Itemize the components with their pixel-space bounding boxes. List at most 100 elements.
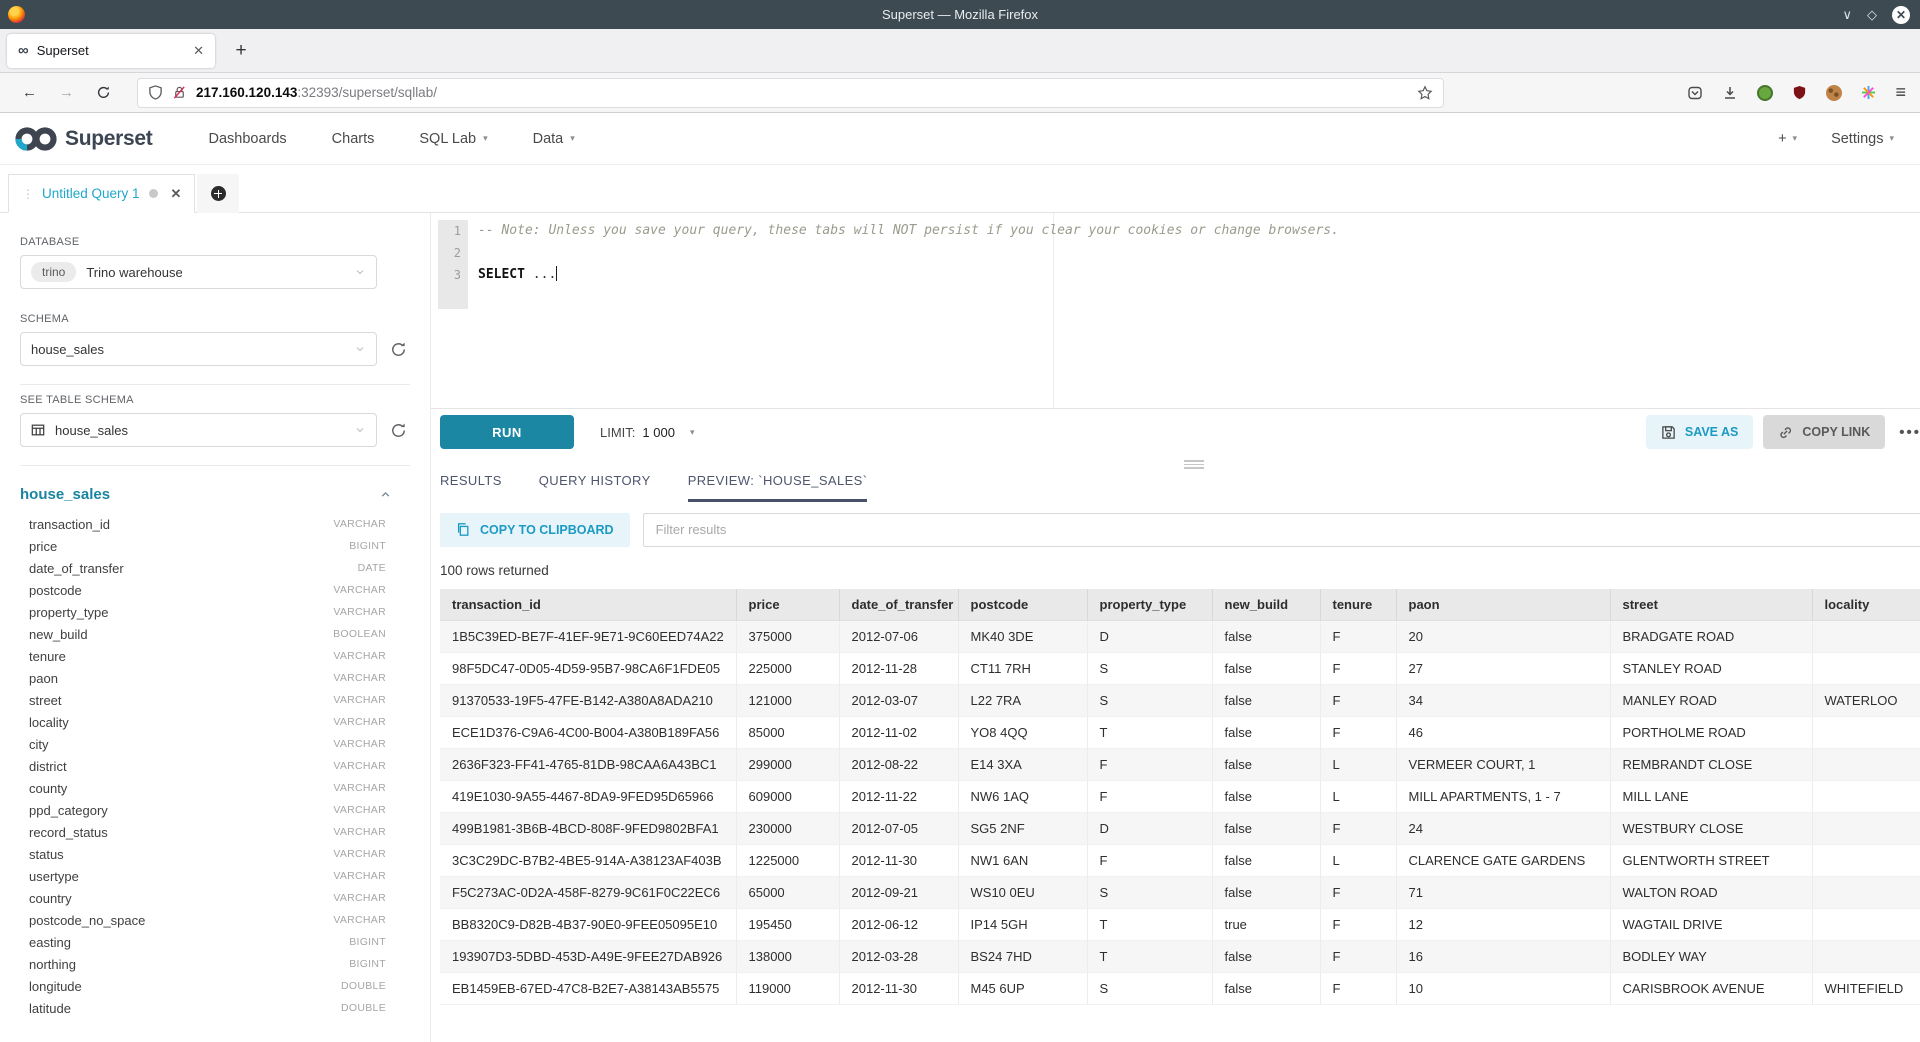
tab-query-history[interactable]: QUERY HISTORY [539,473,651,502]
column-name: ppd_category [29,803,108,818]
more-options-button[interactable]: ••• [1899,424,1920,441]
save-as-button[interactable]: SAVE AS [1646,415,1754,449]
limit-dropdown[interactable]: LIMIT: 1 000 ▾ [600,425,694,440]
nav-dashboards[interactable]: Dashboards [208,131,286,147]
drag-handle-icon[interactable]: ⋮ [22,187,33,201]
column-type: VARCHAR [333,782,386,794]
ublock-icon[interactable] [1792,85,1807,100]
cell: 27 [1396,653,1610,685]
add-query-tab-button[interactable] [197,174,239,213]
column-header[interactable]: postcode [958,589,1087,621]
column-name: street [29,693,62,708]
cell: 119000 [736,973,839,1005]
column-header[interactable]: transaction_id [440,589,736,621]
new-tab-button[interactable]: + [227,40,255,62]
column-type: DATE [358,562,386,574]
editor-line-comment: -- Note: Unless you save your query, the… [468,220,1339,242]
refresh-schema-icon[interactable] [390,341,407,358]
cell: F [1320,877,1396,909]
nav-sql-lab[interactable]: SQL Lab▾ [419,131,487,147]
column-header[interactable]: new_build [1212,589,1320,621]
column-header[interactable]: tenure [1320,589,1396,621]
column-type: VARCHAR [333,672,386,684]
cell: 91370533-19F5-47FE-B142-A380A8ADA210 [440,685,736,717]
settings-menu[interactable]: Settings▾ [1831,131,1894,147]
query-tab-close-icon[interactable]: ✕ [171,186,182,202]
column-type: VARCHAR [333,914,386,926]
back-icon[interactable]: ← [22,84,37,101]
copy-icon [456,522,470,537]
cell: false [1212,973,1320,1005]
menu-icon[interactable]: ≡ [1895,82,1906,103]
run-button[interactable]: RUN [440,415,574,449]
nav-data[interactable]: Data▾ [533,131,575,147]
cookie-icon[interactable] [1826,85,1842,101]
copy-link-button[interactable]: COPY LINK [1763,415,1885,449]
text-cursor [556,266,557,281]
cell: 193907D3-5DBD-453D-A49E-9FEE27DAB926 [440,941,736,973]
column-type: VARCHAR [333,716,386,728]
copy-to-clipboard-button[interactable]: COPY TO CLIPBOARD [440,513,630,547]
url-bar[interactable]: 217.160.120.143:32393/superset/sqllab/ [137,78,1444,108]
column-header[interactable]: paon [1396,589,1610,621]
cell: GLENTWORTH STREET [1610,845,1812,877]
query-tab-untitled-1[interactable]: ⋮ Untitled Query 1 ✕ [8,174,195,213]
column-header[interactable]: date_of_transfer [839,589,958,621]
cell: F [1320,653,1396,685]
tab-preview-house-sales[interactable]: PREVIEW: `HOUSE_SALES` [688,473,868,502]
table-name-heading[interactable]: house_sales [20,486,110,503]
schema-column-row: postcodeVARCHAR [20,579,410,601]
column-header[interactable]: locality [1812,589,1920,621]
nav-charts[interactable]: Charts [332,131,375,147]
column-type: VARCHAR [333,584,386,596]
schema-column-row: latitudeDOUBLE [20,997,410,1019]
superset-logo[interactable]: Superset [13,124,152,154]
window-minimize-icon[interactable]: ∨ [1842,8,1852,21]
table-schema-select[interactable]: house_sales [20,413,377,447]
schema-column-row: statusVARCHAR [20,843,410,865]
table-row: 91370533-19F5-47FE-B142-A380A8ADA2101210… [440,685,1920,717]
os-titlebar: Superset — Mozilla Firefox ∨ ◇ ✕ [0,0,1920,29]
download-icon[interactable] [1722,85,1738,101]
cell: S [1087,685,1212,717]
refresh-table-schema-icon[interactable] [390,422,407,439]
reload-icon[interactable] [96,85,111,100]
database-select[interactable]: trino Trino warehouse [20,255,377,289]
collapse-chevron-up-icon[interactable] [379,488,392,501]
browser-tabstrip: ∞ Superset ✕ + [0,29,1920,73]
column-type: VARCHAR [333,738,386,750]
sql-editor[interactable]: 1 -- Note: Unless you save your query, t… [431,213,1920,409]
url-path: :32393/superset/sqllab/ [297,85,437,100]
rows-returned-text: 100 rows returned [440,563,1920,578]
bookmark-star-icon[interactable] [1417,85,1433,101]
cell: M45 6UP [958,973,1087,1005]
window-close-icon[interactable]: ✕ [1892,6,1910,24]
browser-tab[interactable]: ∞ Superset ✕ [7,34,215,68]
schema-select[interactable]: house_sales [20,332,377,366]
window-title: Superset — Mozilla Firefox [0,7,1920,22]
privacy-badger-icon[interactable] [1757,85,1773,101]
column-header[interactable]: property_type [1087,589,1212,621]
column-type: BIGINT [349,958,386,970]
resize-gripper[interactable] [1184,460,1204,469]
column-header[interactable]: price [736,589,839,621]
window-maximize-icon[interactable]: ◇ [1867,8,1877,21]
insecure-lock-icon[interactable] [172,85,187,100]
table-icon [31,423,45,437]
add-new-button[interactable]: +▾ [1778,131,1797,147]
sqllab-main: 1 -- Note: Unless you save your query, t… [430,213,1920,1042]
pocket-icon[interactable] [1687,85,1703,101]
containers-icon[interactable] [1861,85,1876,100]
query-state-dot [149,189,158,198]
cell: 419E1030-9A55-4467-8DA9-9FED95D65966 [440,781,736,813]
tab-close-icon[interactable]: ✕ [193,43,204,59]
tab-results[interactable]: RESULTS [440,473,502,502]
shield-icon[interactable] [148,85,163,100]
filter-results-input[interactable] [643,513,1920,547]
column-header[interactable]: street [1610,589,1812,621]
forward-icon[interactable]: → [59,84,74,101]
schema-column-row: new_buildBOOLEAN [20,623,410,645]
cell: false [1212,781,1320,813]
cell: 2012-11-02 [839,717,958,749]
url-text[interactable]: 217.160.120.143:32393/superset/sqllab/ [196,85,437,100]
